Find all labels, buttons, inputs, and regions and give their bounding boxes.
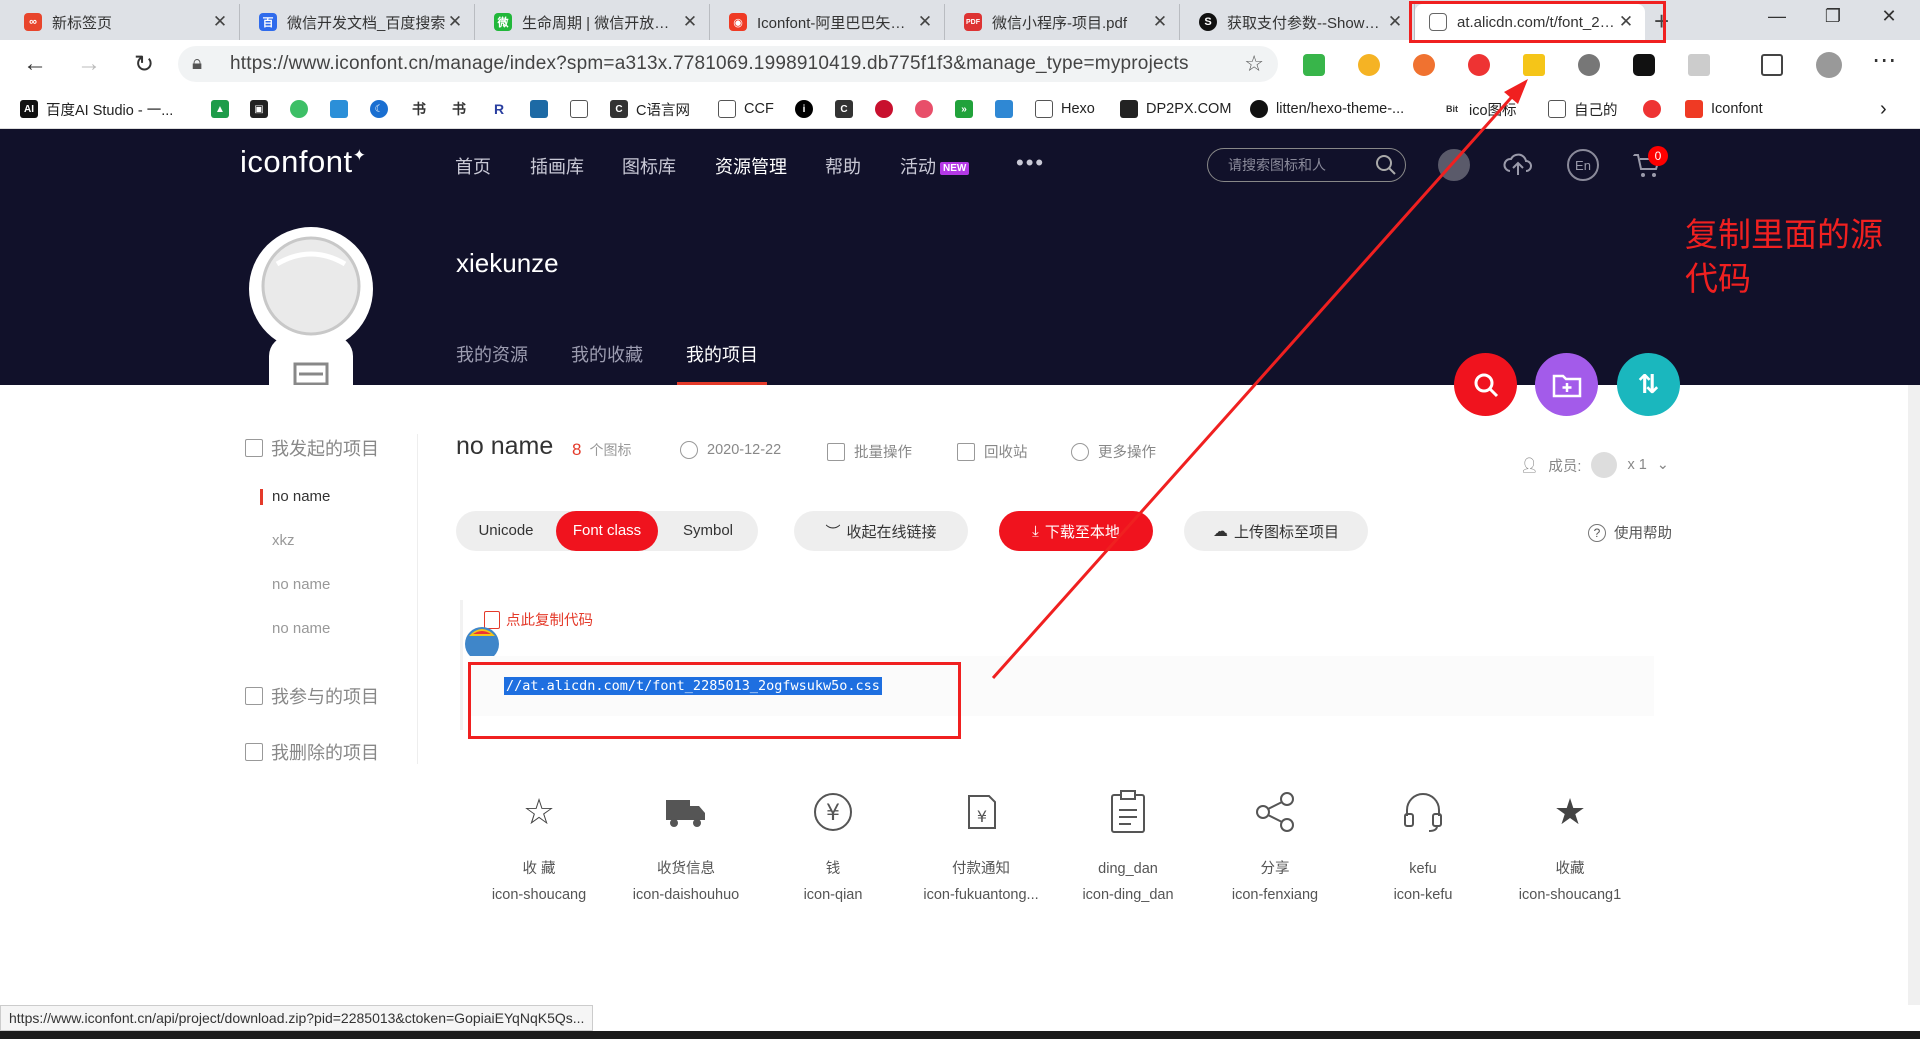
annotation-arrow [991, 79, 1528, 679]
